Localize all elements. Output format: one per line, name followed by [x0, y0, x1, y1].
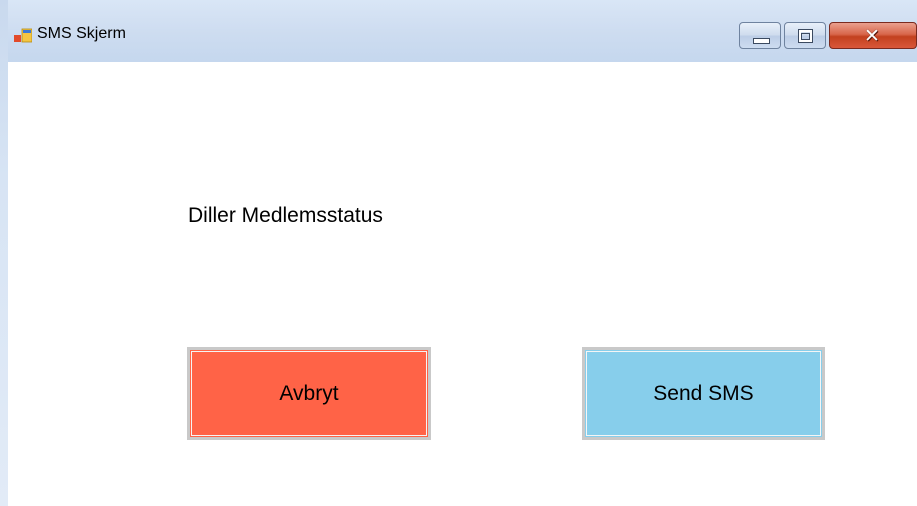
cancel-button[interactable]: Avbryt	[187, 347, 431, 440]
sms-window: SMS Skjerm ✕ Diller Medlemsstatus Avbryt…	[0, 0, 917, 506]
title-bar[interactable]: SMS Skjerm ✕	[0, 0, 917, 62]
close-icon: ✕	[864, 25, 880, 47]
minimize-button[interactable]	[739, 22, 781, 49]
minimize-icon	[753, 38, 770, 44]
maximize-button[interactable]	[784, 22, 826, 49]
close-button[interactable]: ✕	[829, 22, 917, 49]
windows-form-icon	[14, 28, 32, 43]
maximize-icon	[798, 29, 813, 43]
send-sms-button[interactable]: Send SMS	[582, 347, 825, 440]
member-status-label: Diller Medlemsstatus	[188, 204, 383, 227]
send-sms-button-label: Send SMS	[653, 381, 754, 405]
window-left-border	[0, 0, 8, 506]
cancel-button-label: Avbryt	[279, 381, 339, 405]
window-title: SMS Skjerm	[37, 25, 126, 42]
